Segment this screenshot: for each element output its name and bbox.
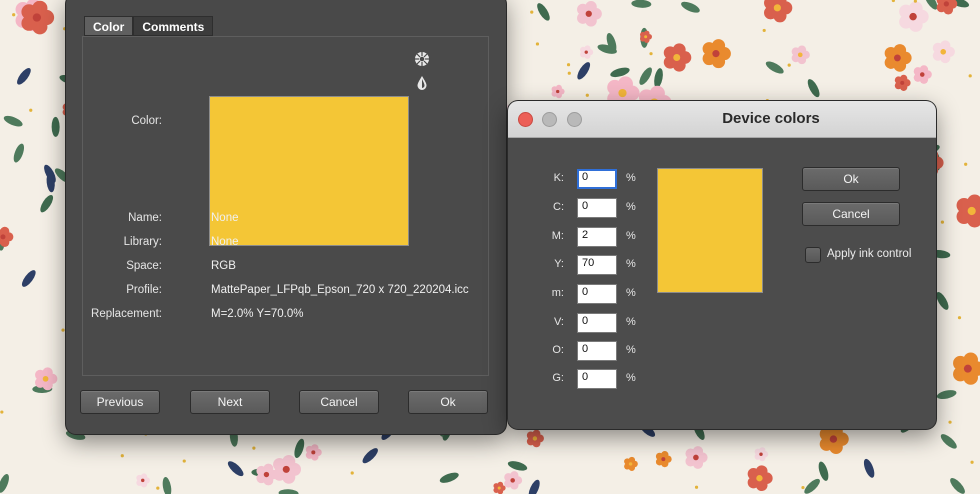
ink-label: Y: — [554, 258, 564, 270]
apply-ink-control-checkbox[interactable] — [805, 247, 821, 263]
ink-unit: % — [626, 258, 636, 270]
library-value: None — [211, 236, 239, 248]
name-value: None — [211, 212, 239, 224]
ink-label: M: — [551, 230, 564, 242]
ink-unit: % — [626, 172, 636, 184]
device-color-swatch — [657, 168, 763, 293]
space-value: RGB — [211, 260, 236, 272]
ink-label: C: — [553, 201, 564, 213]
ink-row-lm: m: 0 % — [508, 284, 648, 304]
tab-color[interactable]: Color — [84, 16, 134, 36]
device-cancel-button[interactable]: Cancel — [802, 202, 900, 226]
ok-button[interactable]: Ok — [408, 390, 488, 414]
space-label: Space: — [126, 260, 162, 272]
window-title: Device colors — [722, 110, 820, 127]
ink-unit: % — [626, 230, 636, 242]
replacement-label: Replacement: — [91, 308, 162, 320]
ink-row-c: C: 0 % — [508, 198, 648, 218]
previous-button[interactable]: Previous — [80, 390, 160, 414]
device-colors-window: Device colors K: 0 % C: 0 % M: 2 % Y: 70… — [508, 101, 936, 429]
ink-y-input[interactable]: 70 — [577, 255, 617, 275]
eyedropper-drop-icon[interactable] — [414, 75, 430, 91]
ink-label: O: — [552, 344, 564, 356]
ink-unit: % — [626, 201, 636, 213]
ink-row-o: O: 0 % — [508, 341, 648, 361]
ink-label: V: — [554, 316, 564, 328]
ink-label: m: — [551, 287, 564, 299]
cancel-button[interactable]: Cancel — [299, 390, 379, 414]
ink-unit: % — [626, 344, 636, 356]
next-button[interactable]: Next — [190, 390, 270, 414]
ink-g-input[interactable]: 0 — [577, 369, 617, 389]
name-label: Name: — [128, 212, 162, 224]
color-label: Color: — [131, 115, 162, 127]
tab-comments[interactable]: Comments — [133, 16, 214, 36]
ink-unit: % — [626, 372, 636, 384]
ink-row-g: G: 0 % — [508, 369, 648, 389]
replacement-value: M=2.0% Y=70.0% — [211, 308, 304, 320]
ink-m-input[interactable]: 2 — [577, 227, 617, 247]
apply-ink-control-label: Apply ink control — [827, 248, 912, 260]
title-bar[interactable]: Device colors — [508, 101, 936, 138]
library-label: Library: — [123, 236, 162, 248]
ink-lm-input[interactable]: 0 — [577, 284, 617, 304]
ink-row-y: Y: 70 % — [508, 255, 648, 275]
color-panel: Color: Name: None Library: None Space: R… — [82, 36, 489, 376]
profile-value: MattePaper_LFPqb_Epson_720 x 720_220204.… — [211, 284, 469, 296]
ink-unit: % — [626, 316, 636, 328]
tab-bar: Color Comments — [84, 16, 214, 36]
profile-label: Profile: — [126, 284, 162, 296]
ink-label: K: — [553, 172, 564, 184]
ink-k-input[interactable]: 0 — [577, 169, 617, 189]
color-swatch[interactable] — [209, 96, 409, 246]
device-ok-button[interactable]: Ok — [802, 167, 900, 191]
ink-unit: % — [626, 287, 636, 299]
ink-row-k: K: 0 % — [508, 169, 648, 189]
ink-label: G: — [552, 372, 564, 384]
color-wheel-icon[interactable] — [414, 51, 430, 67]
ink-o-input[interactable]: 0 — [577, 341, 617, 361]
ink-row-v: V: 0 % — [508, 313, 648, 333]
ink-c-input[interactable]: 0 — [577, 198, 617, 218]
ink-row-m: M: 2 % — [508, 227, 648, 247]
ink-v-input[interactable]: 0 — [577, 313, 617, 333]
color-window: Color Comments Color: Name: None Library… — [66, 0, 506, 434]
